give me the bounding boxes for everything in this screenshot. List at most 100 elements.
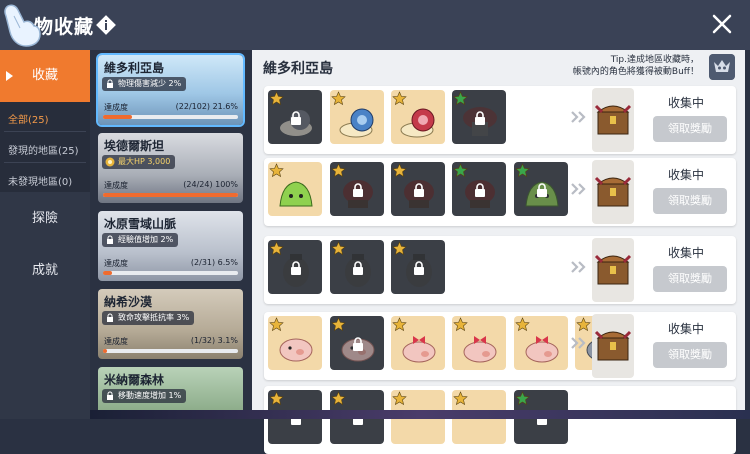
lock-icon <box>475 183 485 197</box>
lock-icon <box>107 391 113 400</box>
diamond-info-icon[interactable] <box>96 15 116 35</box>
monster-card[interactable] <box>452 162 506 216</box>
collection-status: 收集中 <box>667 322 704 336</box>
progress-label: 達成度 <box>104 259 128 268</box>
double-chevron-icon <box>571 111 586 123</box>
region-buff-text: 致命攻擊抵抗率 3% <box>118 313 190 322</box>
ribbon-pig-icon <box>402 336 436 363</box>
monster-card[interactable] <box>391 240 445 294</box>
region-title: 維多利亞島 <box>263 61 333 77</box>
monster-card[interactable] <box>268 162 322 216</box>
monster-card[interactable] <box>391 90 445 144</box>
monster-card[interactable] <box>452 90 506 144</box>
filter-discovered[interactable]: 發現的地區(25) <box>8 142 79 157</box>
monster-card[interactable] <box>268 240 322 294</box>
lock-icon <box>414 183 424 197</box>
hand-cursor-icon <box>4 4 41 47</box>
lock-icon <box>353 261 363 275</box>
tab-explore[interactable]: 探險 <box>0 193 90 245</box>
monster-card[interactable] <box>391 162 445 216</box>
progress-value: (22/102) 21.6% <box>175 102 238 111</box>
buff-skull-icon[interactable] <box>709 54 735 80</box>
monster-card[interactable] <box>514 316 568 370</box>
lock-icon <box>291 111 301 125</box>
tab-collection[interactable]: 收藏 <box>0 50 90 102</box>
monster-card[interactable] <box>268 90 322 144</box>
progress-label: 達成度 <box>104 181 128 190</box>
title-bar: 物收藏 <box>0 0 750 50</box>
region-card-victoria[interactable]: 維多利亞島 物理傷害減少 2% 達成度 (22/102) 21.6% <box>98 55 243 125</box>
region-list[interactable]: 維多利亞島 物理傷害減少 2% 達成度 (22/102) 21.6% 埃德爾斯坦… <box>90 50 250 419</box>
lock-icon <box>414 261 424 275</box>
collection-row: 收集中領取獎勵 <box>264 312 736 380</box>
collection-status: 收集中 <box>667 168 704 182</box>
star-icon <box>453 391 468 406</box>
progress-bar <box>103 349 238 353</box>
treasure-chest-icon <box>594 254 632 285</box>
region-name: 埃德爾斯坦 <box>104 139 165 153</box>
region-name: 冰原雪域山脈 <box>104 217 177 231</box>
progress-fill <box>103 193 238 197</box>
collection-row: 收集中領取獎勵 <box>264 158 736 226</box>
slime-icon <box>279 181 313 207</box>
tab-achievement[interactable]: 成就 <box>0 245 90 297</box>
progress-value: (1/32) 3.1% <box>190 336 238 345</box>
tip-line: 帳號內的角色將獲得被動Buff！ <box>572 67 699 77</box>
filter-undiscovered[interactable]: 未發現地區(0) <box>8 173 72 188</box>
monster-card[interactable] <box>330 316 384 370</box>
claim-reward-button[interactable]: 領取獎勵 <box>653 266 727 292</box>
lock-icon <box>107 79 113 88</box>
region-name: 米納爾森林 <box>104 373 165 387</box>
progress-value: (2/31) 6.5% <box>190 258 238 267</box>
ribbon-pig-icon <box>463 336 497 363</box>
claim-reward-button[interactable]: 領取獎勵 <box>653 116 727 142</box>
tip-text: Tip.達成地區收藏時， 帳號內的角色將獲得被動Buff！ <box>479 54 699 78</box>
monster-card[interactable] <box>452 316 506 370</box>
region-card-nihal-desert[interactable]: 納希沙漠 致命攻擊抵抗率 3% 達成度 (1/32) 3.1% <box>98 289 243 359</box>
filter-list: 全部(25) 發現的地區(25) 未發現地區(0) <box>0 102 90 192</box>
reward-chest[interactable] <box>592 314 634 378</box>
region-buff: 致命攻擊抵抗率 3% <box>102 311 195 325</box>
reward-chest[interactable] <box>592 160 634 224</box>
filter-all[interactable]: 全部(25) <box>8 111 49 126</box>
background-strip <box>90 410 750 419</box>
region-card-elnath[interactable]: 冰原雪域山脈 經驗值增加 2% 達成度 (2/31) 6.5% <box>98 211 243 281</box>
lock-icon <box>475 111 485 125</box>
scrollbar[interactable] <box>746 50 750 410</box>
region-buff-text: 最大HP 3,000 <box>118 157 171 166</box>
close-icon[interactable] <box>710 12 734 36</box>
progress-fill <box>103 115 133 119</box>
claim-reward-button[interactable]: 領取獎勵 <box>653 342 727 368</box>
collection-status: 收集中 <box>667 246 704 260</box>
region-buff: 最大HP 3,000 <box>102 155 176 169</box>
star-icon <box>392 391 407 406</box>
monster-card[interactable] <box>268 316 322 370</box>
lock-icon <box>353 337 363 351</box>
reward-chest[interactable] <box>592 88 634 152</box>
progress-bar <box>103 271 238 275</box>
progress-bar <box>103 115 238 119</box>
monster-card[interactable] <box>330 240 384 294</box>
reward-chest[interactable] <box>592 238 634 302</box>
collection-row <box>264 386 736 454</box>
divider <box>4 162 86 163</box>
tab-label: 收藏 <box>31 68 58 83</box>
monster-card[interactable] <box>391 316 445 370</box>
monster-card[interactable] <box>330 90 384 144</box>
region-buff: 經驗值增加 2% <box>102 233 179 247</box>
lock-icon <box>291 261 301 275</box>
monster-card[interactable] <box>514 162 568 216</box>
region-card-edelstein[interactable]: 埃德爾斯坦 最大HP 3,000 達成度 (24/24) 100% <box>98 133 243 203</box>
monster-card[interactable] <box>330 162 384 216</box>
collection-panel: 維多利亞島 Tip.達成地區收藏時， 帳號內的角色將獲得被動Buff！ 收集中領… <box>252 50 745 454</box>
collection-row: 收集中領取獎勵 <box>264 236 736 304</box>
collection-status: 收集中 <box>667 96 704 110</box>
progress-fill <box>103 271 112 275</box>
claim-reward-button[interactable]: 領取獎勵 <box>653 188 727 214</box>
region-buff-text: 移動速度增加 1% <box>118 391 182 400</box>
region-buff-text: 經驗值增加 2% <box>118 235 174 244</box>
double-chevron-icon <box>571 337 586 349</box>
lock-icon <box>353 183 363 197</box>
region-name: 納希沙漠 <box>104 295 153 309</box>
medal-icon <box>105 157 115 167</box>
